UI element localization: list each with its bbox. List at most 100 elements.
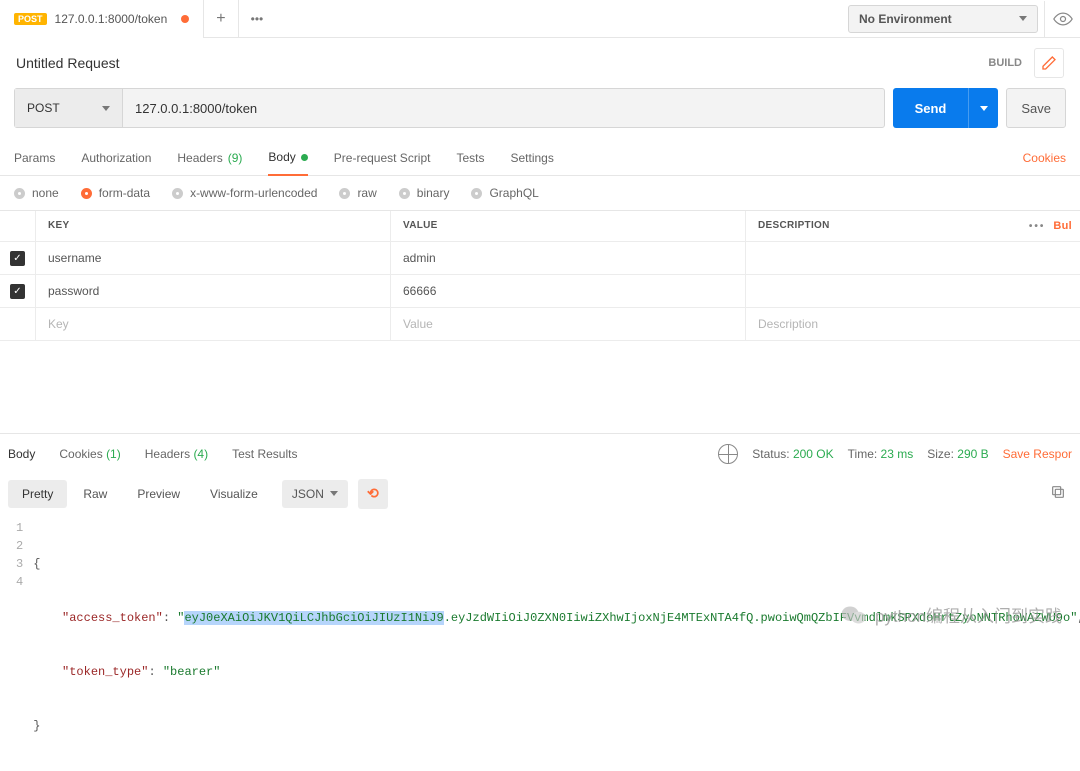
table-row-new[interactable]: Key Value Description xyxy=(0,308,1080,341)
tab-body[interactable]: Body xyxy=(268,141,307,176)
chevron-down-icon xyxy=(1019,16,1027,21)
save-button[interactable]: Save xyxy=(1006,88,1066,128)
request-section-tabs: Params Authorization Headers (9) Body Pr… xyxy=(0,140,1080,176)
code-lines: { "access_token": "eyJ0eXAiOiJKV1QiLCJhb… xyxy=(33,519,1080,771)
wrap-icon: ⟲ xyxy=(367,485,379,502)
new-tab-button[interactable]: + xyxy=(204,0,238,37)
send-button[interactable]: Send xyxy=(893,88,969,128)
wrap-lines-button[interactable]: ⟲ xyxy=(358,479,388,509)
top-tab-bar: POST 127.0.0.1:8000/token + ••• No Envir… xyxy=(0,0,1080,38)
radio-icon xyxy=(14,188,25,199)
send-options-button[interactable] xyxy=(968,88,998,128)
build-button[interactable]: BUILD xyxy=(982,53,1028,73)
response-tab-testresults[interactable]: Test Results xyxy=(232,447,297,461)
response-headers-label: Headers xyxy=(145,447,190,461)
status-value: 200 OK xyxy=(793,447,834,461)
response-headers-count: (4) xyxy=(193,447,208,461)
col-header-value[interactable]: VALUE xyxy=(391,211,746,241)
pencil-icon xyxy=(1041,55,1057,71)
method-value: POST xyxy=(27,101,60,115)
body-type-formdata[interactable]: form-data xyxy=(81,186,150,200)
cell-value[interactable]: 66666 xyxy=(391,275,746,307)
radio-label: raw xyxy=(357,186,376,200)
radio-icon xyxy=(81,188,92,199)
format-label: JSON xyxy=(292,487,324,501)
bulk-edit-button[interactable]: Bul xyxy=(1053,220,1072,232)
response-tabs: Body Cookies (1) Headers (4) Test Result… xyxy=(0,434,1080,474)
cell-description[interactable] xyxy=(746,275,1020,307)
comments-button[interactable] xyxy=(1034,48,1064,78)
tab-title: 127.0.0.1:8000/token xyxy=(55,12,168,26)
view-pretty[interactable]: Pretty xyxy=(8,480,67,508)
body-type-binary[interactable]: binary xyxy=(399,186,450,200)
environment-select[interactable]: No Environment xyxy=(848,5,1038,33)
table-options-button[interactable]: ••• xyxy=(1029,221,1046,232)
row-checkbox[interactable]: ✓ xyxy=(10,284,25,299)
tab-dirty-indicator-icon xyxy=(181,15,189,23)
tab-method-badge: POST xyxy=(14,13,47,25)
body-type-radios: none form-data x-www-form-urlencoded raw… xyxy=(0,176,1080,210)
eye-icon xyxy=(1053,12,1073,26)
url-input[interactable]: 127.0.0.1:8000/token xyxy=(123,89,884,127)
environment-preview-button[interactable] xyxy=(1044,1,1080,37)
title-row: Untitled Request BUILD xyxy=(0,38,1080,88)
radio-icon xyxy=(399,188,410,199)
tab-overflow-button[interactable]: ••• xyxy=(239,0,276,37)
request-name[interactable]: Untitled Request xyxy=(16,55,120,71)
response-body[interactable]: 1234 { "access_token": "eyJ0eXAiOiJKV1Qi… xyxy=(0,513,1080,771)
table-row: ✓ username admin xyxy=(0,242,1080,275)
chevron-down-icon xyxy=(980,106,988,111)
response-format-select[interactable]: JSON xyxy=(282,480,348,508)
tab-headers-label: Headers xyxy=(177,151,222,165)
col-header-description[interactable]: DESCRIPTION xyxy=(746,211,1020,241)
cell-key[interactable]: username xyxy=(36,242,391,274)
size-block: Size: 290 B xyxy=(927,447,988,461)
body-type-none[interactable]: none xyxy=(14,186,59,200)
view-raw[interactable]: Raw xyxy=(69,480,121,508)
response-cookies-count: (1) xyxy=(106,447,121,461)
response-cookies-label: Cookies xyxy=(59,447,102,461)
body-type-graphql[interactable]: GraphQL xyxy=(471,186,538,200)
cell-value-placeholder[interactable]: Value xyxy=(391,308,746,340)
response-tab-cookies[interactable]: Cookies (1) xyxy=(59,447,120,461)
cell-description[interactable] xyxy=(746,242,1020,274)
row-checkbox[interactable]: ✓ xyxy=(10,251,25,266)
body-type-raw[interactable]: raw xyxy=(339,186,376,200)
cell-value[interactable]: admin xyxy=(391,242,746,274)
method-select[interactable]: POST xyxy=(15,89,123,127)
cookies-link[interactable]: Cookies xyxy=(1023,151,1066,165)
radio-icon xyxy=(471,188,482,199)
radio-label: form-data xyxy=(99,186,150,200)
tab-tests[interactable]: Tests xyxy=(456,140,484,175)
status-block: Status: 200 OK xyxy=(752,447,833,461)
table-header-row: KEY VALUE DESCRIPTION ••• Bul xyxy=(0,211,1080,242)
url-bar: POST 127.0.0.1:8000/token Send Save xyxy=(0,88,1080,140)
cell-key[interactable]: password xyxy=(36,275,391,307)
formdata-table: KEY VALUE DESCRIPTION ••• Bul ✓ username… xyxy=(0,210,1080,341)
col-header-key[interactable]: KEY xyxy=(36,211,391,241)
environment-label: No Environment xyxy=(859,12,952,26)
tab-settings[interactable]: Settings xyxy=(511,140,554,175)
headers-count: (9) xyxy=(228,151,243,165)
tab-params[interactable]: Params xyxy=(14,140,55,175)
response-tab-headers[interactable]: Headers (4) xyxy=(145,447,208,461)
time-block: Time: 23 ms xyxy=(848,447,914,461)
body-type-xform[interactable]: x-www-form-urlencoded xyxy=(172,186,317,200)
cell-key-placeholder[interactable]: Key xyxy=(36,308,391,340)
save-response-button[interactable]: Save Respor xyxy=(1003,447,1072,461)
request-tab[interactable]: POST 127.0.0.1:8000/token xyxy=(0,0,204,37)
radio-label: binary xyxy=(417,186,450,200)
copy-response-button[interactable] xyxy=(1044,478,1072,509)
cell-description-placeholder[interactable]: Description xyxy=(746,308,1020,340)
size-value: 290 B xyxy=(957,447,988,461)
chevron-down-icon xyxy=(102,106,110,111)
view-preview[interactable]: Preview xyxy=(123,480,194,508)
tab-authorization[interactable]: Authorization xyxy=(81,140,151,175)
tab-headers[interactable]: Headers (9) xyxy=(177,140,242,175)
response-tab-body[interactable]: Body xyxy=(8,447,35,461)
view-visualize[interactable]: Visualize xyxy=(196,480,272,508)
line-gutter: 1234 xyxy=(0,519,33,771)
time-value: 23 ms xyxy=(881,447,914,461)
tab-prerequest[interactable]: Pre-request Script xyxy=(334,140,431,175)
network-info-icon[interactable] xyxy=(718,444,738,464)
